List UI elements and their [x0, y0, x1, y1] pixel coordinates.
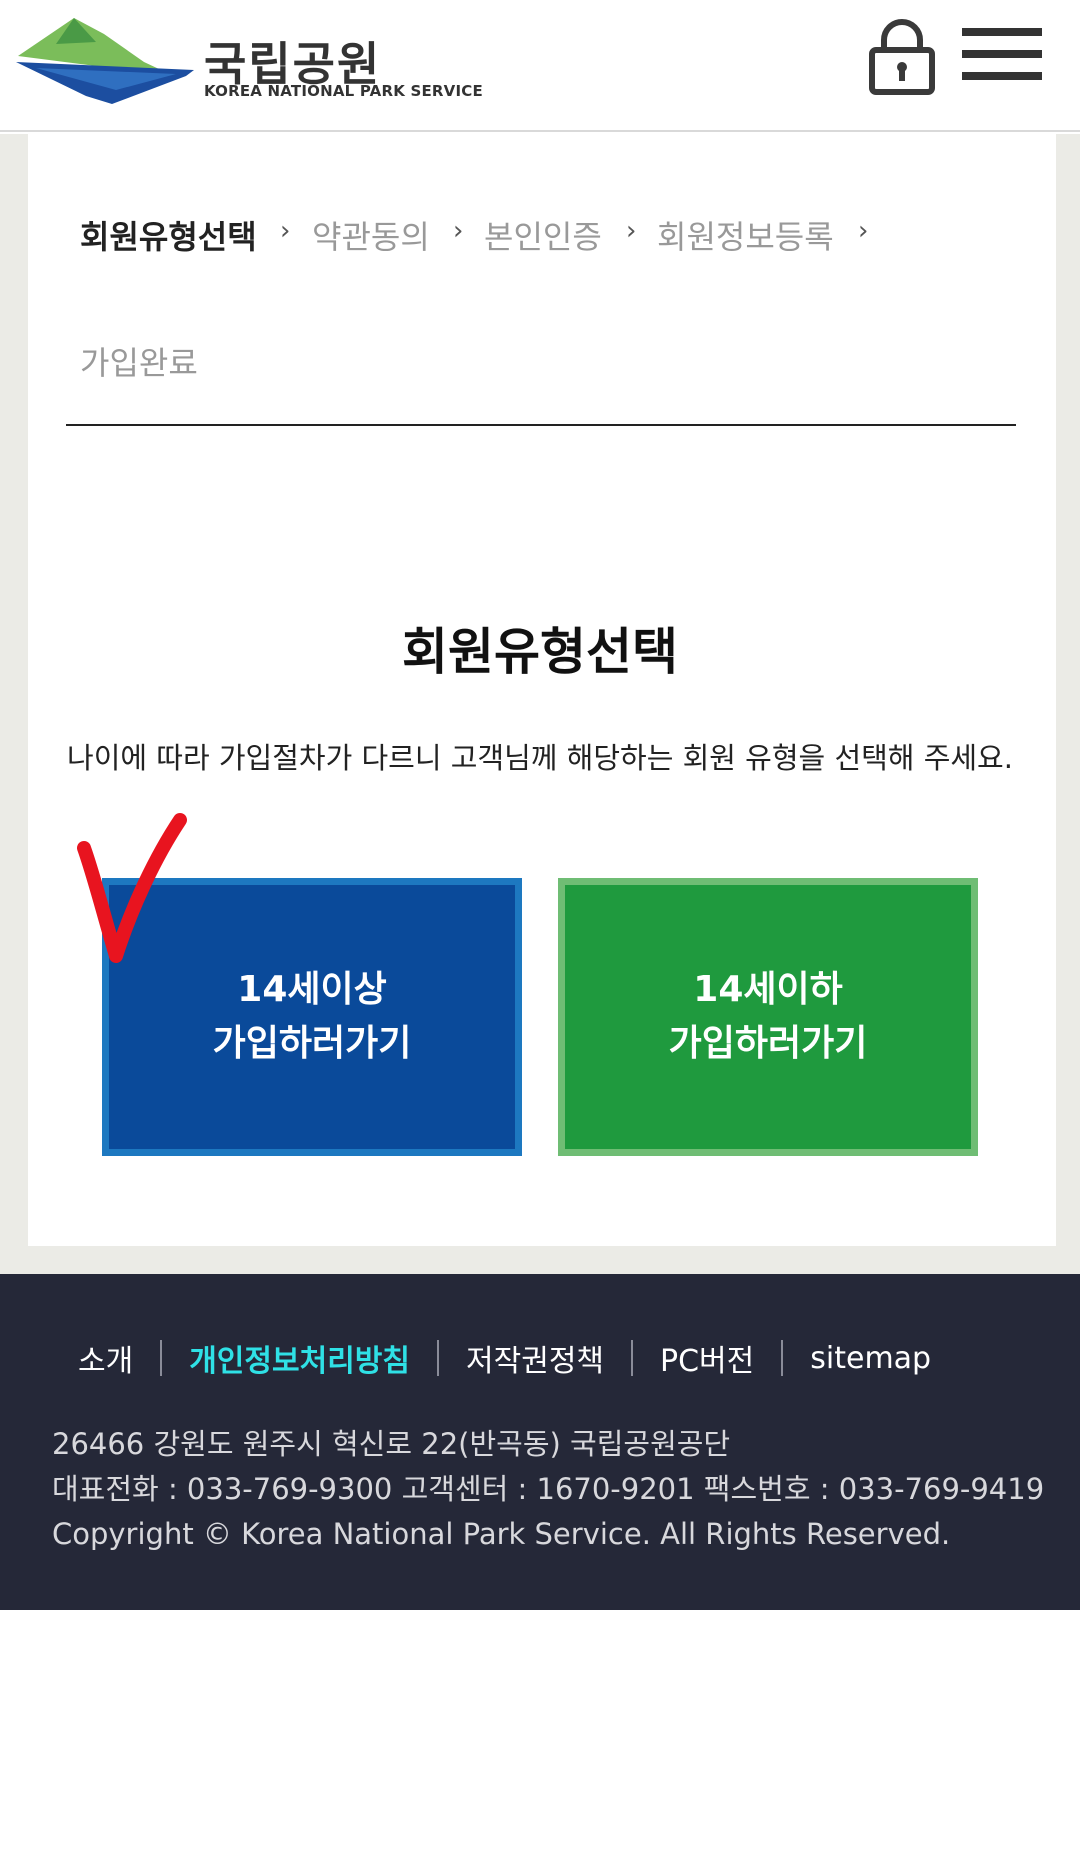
chevron-right-icon: ›	[280, 216, 291, 246]
step-member-info: 회원정보등록	[657, 218, 834, 256]
hamburger-menu-line	[962, 72, 1042, 80]
footer-link-sitemap[interactable]: sitemap	[810, 1341, 931, 1376]
join-over-14-action: 가입하러가기	[212, 1023, 412, 1064]
footer-link-copyright-policy[interactable]: 저작권정책	[466, 1336, 604, 1380]
mountain-logo-icon	[16, 18, 194, 104]
footer-link-pc-version[interactable]: PC버전	[660, 1336, 754, 1380]
footer-link-divider	[781, 1340, 784, 1376]
step-member-type: 회원유형선택	[80, 218, 257, 256]
logo-subtitle: KOREA NATIONAL PARK SERVICE	[204, 82, 483, 100]
page-description: 나이에 따라 가입절차가 다르니 고객님께 해당하는 회원 유형을 선택해 주세…	[67, 741, 1013, 775]
lock-icon	[869, 19, 935, 95]
footer-copyright: Copyright © Korea National Park Service.…	[52, 1517, 951, 1551]
footer-link-divider	[631, 1340, 634, 1376]
join-under-14-label: 14세이하	[693, 969, 843, 1010]
footer-info: 26466 강원도 원주시 혁신로 22(반곡동) 국립공원공단 대표전화 : …	[52, 1422, 1044, 1557]
chevron-right-icon: ›	[626, 216, 637, 246]
steps-divider	[66, 424, 1016, 426]
step-complete: 가입완료	[80, 344, 198, 382]
footer-link-privacy-policy[interactable]: 개인정보처리방침	[189, 1336, 410, 1380]
site-logo[interactable]: 국립공원 KOREA NATIONAL PARK SERVICE	[16, 12, 483, 120]
login-button[interactable]	[866, 16, 938, 96]
join-over-14-label: 14세이상	[237, 969, 387, 1010]
red-checkmark-annotation	[77, 813, 187, 963]
chevron-right-icon: ›	[453, 216, 464, 246]
footer-link-about[interactable]: 소개	[78, 1336, 133, 1380]
hamburger-menu-line	[962, 50, 1042, 58]
join-under-14-action: 가입하러가기	[668, 1023, 868, 1064]
page-title: 회원유형선택	[402, 623, 678, 681]
menu-button[interactable]	[962, 24, 1044, 84]
footer-link-divider	[160, 1340, 163, 1376]
footer-links: 소개 개인정보처리방침 저작권정책 PC버전 sitemap	[78, 1336, 931, 1380]
step-terms: 약관동의	[312, 218, 430, 256]
footer-link-divider	[437, 1340, 440, 1376]
step-verification: 본인인증	[484, 218, 602, 256]
footer-address: 26466 강원도 원주시 혁신로 22(반곡동) 국립공원공단	[52, 1427, 731, 1461]
join-under-14-button[interactable]: 14세이하 가입하러가기	[558, 878, 978, 1156]
chevron-right-icon: ›	[858, 216, 869, 246]
footer-phones: 대표전화 : 033-769-9300 고객센터 : 1670-9201 팩스번…	[52, 1472, 1045, 1506]
hamburger-menu-icon	[962, 28, 1042, 36]
site-header: 국립공원 KOREA NATIONAL PARK SERVICE	[0, 0, 1080, 132]
